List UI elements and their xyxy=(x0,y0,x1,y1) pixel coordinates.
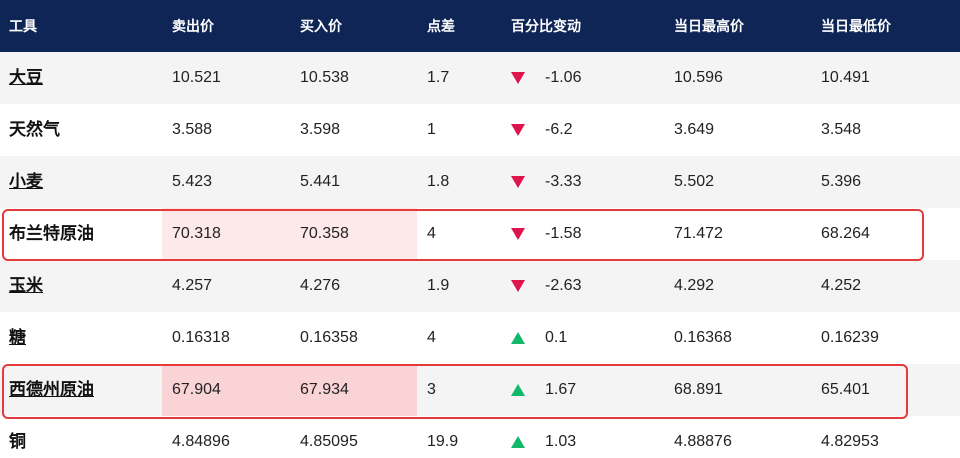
sell-price: 5.423 xyxy=(172,173,213,190)
header-day-low: 当日最低价 xyxy=(821,18,891,34)
table-row: 天然气 3.588 3.598 1 -6.2 3.649 3.548 xyxy=(0,104,960,156)
table-row: 铜 4.84896 4.85095 19.9 1.03 4.88876 4.82… xyxy=(0,416,960,458)
instrument-link-sugar[interactable]: 糖 xyxy=(9,312,26,364)
highlight-box-wti-crude xyxy=(2,364,908,419)
percent-change: -6.2 xyxy=(545,121,573,138)
percent-change: 0.1 xyxy=(545,329,568,346)
buy-price: 4.85095 xyxy=(300,433,358,450)
instrument-link-soybean[interactable]: 大豆 xyxy=(9,52,43,104)
table-row: 小麦 5.423 5.441 1.8 -3.33 5.502 5.396 xyxy=(0,156,960,208)
percent-change: -2.63 xyxy=(545,277,582,294)
instrument-name-natural-gas: 天然气 xyxy=(9,120,60,139)
down-arrow-icon xyxy=(511,72,525,84)
buy-price: 0.16358 xyxy=(300,329,358,346)
day-low: 0.16239 xyxy=(821,329,879,346)
day-high: 10.596 xyxy=(674,69,723,86)
day-high: 0.16368 xyxy=(674,329,732,346)
up-arrow-icon xyxy=(511,332,525,344)
header-buy-price: 买入价 xyxy=(300,18,342,34)
down-arrow-icon xyxy=(511,280,525,292)
percent-change: -1.06 xyxy=(545,69,582,86)
day-high: 5.502 xyxy=(674,173,715,190)
table-row: 大豆 10.521 10.538 1.7 -1.06 10.596 10.491 xyxy=(0,52,960,104)
buy-price: 3.598 xyxy=(300,121,341,138)
sell-price: 3.588 xyxy=(172,121,213,138)
day-high: 3.649 xyxy=(674,121,715,138)
day-low: 4.252 xyxy=(821,277,862,294)
sell-price: 4.257 xyxy=(172,277,213,294)
day-high: 4.88876 xyxy=(674,433,732,450)
day-high: 4.292 xyxy=(674,277,715,294)
header-percent-change: 百分比变动 xyxy=(511,18,581,34)
buy-price: 10.538 xyxy=(300,69,349,86)
sell-price: 0.16318 xyxy=(172,329,230,346)
up-arrow-icon xyxy=(511,436,525,448)
buy-price: 4.276 xyxy=(300,277,341,294)
percent-change: 1.03 xyxy=(545,433,577,450)
commodity-price-table: 工具 卖出价 买入价 点差 百分比变动 当日最高价 当日最低价 大豆 10.52… xyxy=(0,0,960,458)
spread: 1.8 xyxy=(427,173,450,190)
header-instrument: 工具 xyxy=(9,18,37,34)
header-sell-price: 卖出价 xyxy=(172,18,214,34)
spread: 1 xyxy=(427,121,436,138)
day-low: 4.82953 xyxy=(821,433,879,450)
percent-change: -3.33 xyxy=(545,173,582,190)
day-low: 3.548 xyxy=(821,121,862,138)
spread: 1.9 xyxy=(427,277,450,294)
spread: 4 xyxy=(427,329,436,346)
table-row: 糖 0.16318 0.16358 4 0.1 0.16368 0.16239 xyxy=(0,312,960,364)
sell-price: 4.84896 xyxy=(172,433,230,450)
instrument-link-corn[interactable]: 玉米 xyxy=(9,260,43,312)
day-low: 10.491 xyxy=(821,69,870,86)
down-arrow-icon xyxy=(511,124,525,136)
down-arrow-icon xyxy=(511,176,525,188)
header-spread: 点差 xyxy=(427,18,455,34)
day-low: 5.396 xyxy=(821,173,862,190)
buy-price: 5.441 xyxy=(300,173,341,190)
instrument-link-wheat[interactable]: 小麦 xyxy=(9,156,43,208)
table-header: 工具 卖出价 买入价 点差 百分比变动 当日最高价 当日最低价 xyxy=(0,0,960,52)
table-row: 玉米 4.257 4.276 1.9 -2.63 4.292 4.252 xyxy=(0,260,960,312)
spread: 19.9 xyxy=(427,433,459,450)
highlight-box-brent-crude xyxy=(2,209,924,261)
spread: 1.7 xyxy=(427,69,450,86)
header-day-high: 当日最高价 xyxy=(674,18,744,34)
sell-price: 10.521 xyxy=(172,69,221,86)
instrument-name-copper: 铜 xyxy=(9,432,26,451)
